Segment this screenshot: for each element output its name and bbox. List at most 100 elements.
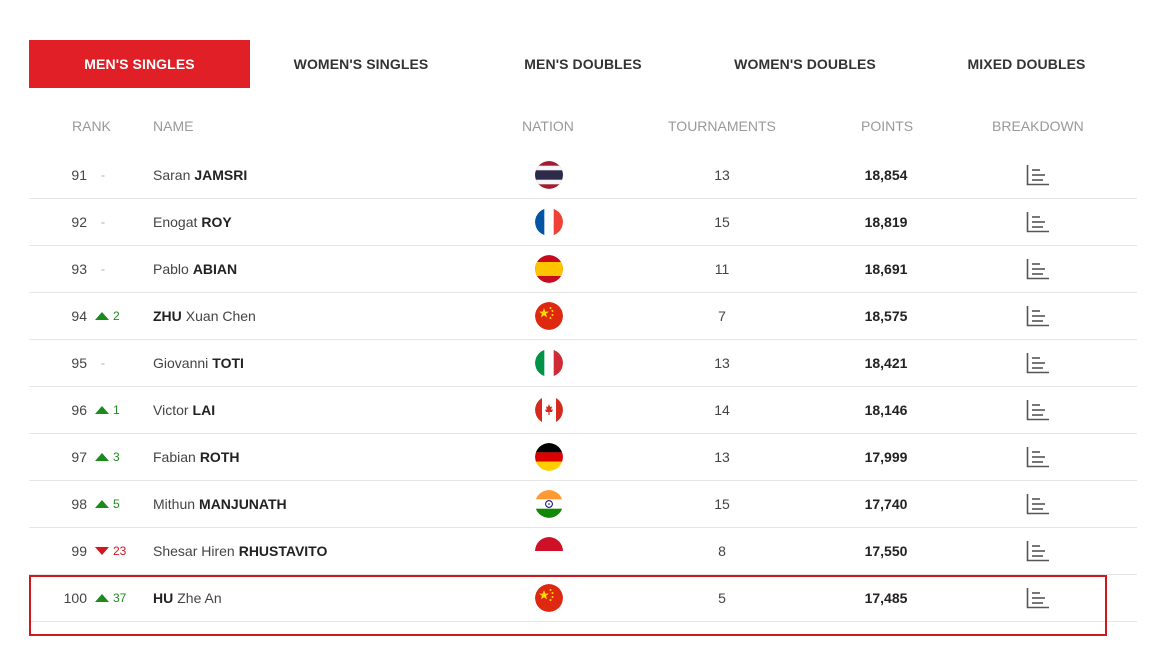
table-row: 91- Saran JAMSRI 13 18,854	[29, 152, 1137, 199]
player-name-part: Giovanni	[153, 355, 209, 371]
rank-change: -	[101, 168, 105, 182]
points-value: 18,421	[864, 355, 908, 371]
table-row: 100 37 HU Zhe An 5 17,485	[29, 575, 1137, 622]
rank-value: 94	[71, 308, 87, 324]
tournaments-value: 11	[714, 261, 730, 277]
player-name-part: ZHU	[153, 308, 182, 324]
player-name-link[interactable]: Giovanni TOTI	[153, 340, 493, 386]
points-value: 17,740	[864, 496, 908, 512]
player-name-part: Victor	[153, 402, 189, 418]
triangle-up-icon	[95, 453, 109, 461]
tournaments-value: 13	[714, 355, 730, 371]
bar-chart-icon[interactable]	[1025, 481, 1051, 527]
category-tabs: MEN'S SINGLES WOMEN'S SINGLES MEN'S DOUB…	[29, 40, 1137, 88]
rank-change: -	[101, 215, 105, 229]
player-name-link[interactable]: ZHU Xuan Chen	[153, 293, 493, 339]
tab-mixed-doubles[interactable]: MIXED DOUBLES	[916, 40, 1137, 88]
ranking-table: 91- Saran JAMSRI 13 18,854 92- Enogat ROY 15 18,8…	[29, 152, 1137, 622]
flag-germany-icon	[534, 434, 564, 480]
rank-value: 100	[63, 590, 87, 606]
rank-movement: -	[95, 340, 143, 386]
rank-change: 5	[113, 497, 120, 511]
player-name-part: Fabian	[153, 449, 196, 465]
rank-value: 95	[71, 355, 87, 371]
tournaments-value: 15	[714, 496, 730, 512]
player-name-part: Enogat	[153, 214, 198, 230]
bar-chart-icon[interactable]	[1025, 152, 1051, 198]
column-header-nation: NATION	[522, 118, 574, 134]
player-name-part: Pablo	[153, 261, 189, 277]
rank-movement: 2	[95, 293, 143, 339]
rank-value: 91	[71, 167, 87, 183]
rank-value: 99	[71, 543, 87, 559]
player-name-part: ROY	[201, 214, 232, 230]
rank-change: 23	[113, 544, 127, 558]
bar-chart-icon[interactable]	[1025, 434, 1051, 480]
table-row: 95- Giovanni TOTI 13 18,421	[29, 340, 1137, 387]
triangle-up-icon	[95, 594, 109, 602]
player-name-part: ROTH	[199, 449, 240, 465]
table-row: 98 5 Mithun MANJUNATH 15 17,740	[29, 481, 1137, 528]
player-name-link[interactable]: Enogat ROY	[153, 199, 493, 245]
tournaments-value: 8	[718, 543, 726, 559]
rank-change: 2	[113, 309, 120, 323]
rank-value: 97	[71, 449, 87, 465]
flag-thailand-icon	[534, 152, 564, 198]
column-header-breakdown: BREAKDOWN	[992, 118, 1084, 134]
flag-spain-icon	[534, 246, 564, 292]
table-row: 94 2 ZHU Xuan Chen 7 18,575	[29, 293, 1137, 340]
rank-change: 37	[113, 591, 127, 605]
rank-value: 98	[71, 496, 87, 512]
tab-womens-singles[interactable]: WOMEN'S SINGLES	[250, 40, 472, 88]
player-name-part: Shesar Hiren	[153, 543, 235, 559]
rank-change: 1	[113, 403, 120, 417]
bar-chart-icon[interactable]	[1025, 199, 1051, 245]
bar-chart-icon[interactable]	[1025, 340, 1051, 386]
tab-mens-doubles[interactable]: MEN'S DOUBLES	[472, 40, 694, 88]
flag-china-icon	[534, 575, 564, 621]
player-name-link[interactable]: Pablo ABIAN	[153, 246, 493, 292]
flag-canada-icon	[534, 387, 564, 433]
rank-change: 3	[113, 450, 120, 464]
player-name-part: ABIAN	[192, 261, 238, 277]
player-name-link[interactable]: Saran JAMSRI	[153, 152, 493, 198]
table-row: 92- Enogat ROY 15 18,819	[29, 199, 1137, 246]
column-header-tournaments: TOURNAMENTS	[668, 118, 776, 134]
rank-change: -	[101, 356, 105, 370]
player-name-link[interactable]: Victor LAI	[153, 387, 493, 433]
rank-movement: 5	[95, 481, 143, 527]
table-header: RANK NAME NATION TOURNAMENTS POINTS BREA…	[29, 108, 1137, 144]
tab-womens-doubles[interactable]: WOMEN'S DOUBLES	[694, 40, 916, 88]
column-header-points: POINTS	[861, 118, 914, 134]
flag-indonesia-icon	[534, 528, 564, 574]
triangle-down-icon	[95, 547, 109, 555]
player-name-link[interactable]: Fabian ROTH	[153, 434, 493, 480]
player-name-part: MANJUNATH	[199, 496, 287, 512]
player-name-part: Saran	[153, 167, 191, 183]
bar-chart-icon[interactable]	[1025, 246, 1051, 292]
tournaments-value: 5	[718, 590, 726, 606]
rank-value: 92	[71, 214, 87, 230]
player-name-part: LAI	[192, 402, 216, 418]
bar-chart-icon[interactable]	[1025, 575, 1051, 621]
tab-mens-singles[interactable]: MEN'S SINGLES	[29, 40, 250, 88]
column-header-name: NAME	[153, 118, 194, 134]
rank-value: 96	[71, 402, 87, 418]
tournaments-value: 7	[718, 308, 726, 324]
player-name-part: Mithun	[153, 496, 196, 512]
rank-value: 93	[71, 261, 87, 277]
player-name-part: Zhe An	[177, 590, 222, 606]
player-name-link[interactable]: Shesar Hiren RHUSTAVITO	[153, 528, 493, 574]
bar-chart-icon[interactable]	[1025, 293, 1051, 339]
table-row: 99 23 Shesar Hiren RHUSTAVITO 8 17,550	[29, 528, 1137, 575]
triangle-up-icon	[95, 406, 109, 414]
bar-chart-icon[interactable]	[1025, 528, 1051, 574]
table-row: 96 1 Victor LAI 14 18,146	[29, 387, 1137, 434]
points-value: 18,819	[864, 214, 908, 230]
player-name-link[interactable]: Mithun MANJUNATH	[153, 481, 493, 527]
bar-chart-icon[interactable]	[1025, 387, 1051, 433]
player-name-part: HU	[153, 590, 174, 606]
rank-movement: -	[95, 199, 143, 245]
points-value: 17,550	[864, 543, 908, 559]
player-name-link[interactable]: HU Zhe An	[153, 575, 493, 621]
